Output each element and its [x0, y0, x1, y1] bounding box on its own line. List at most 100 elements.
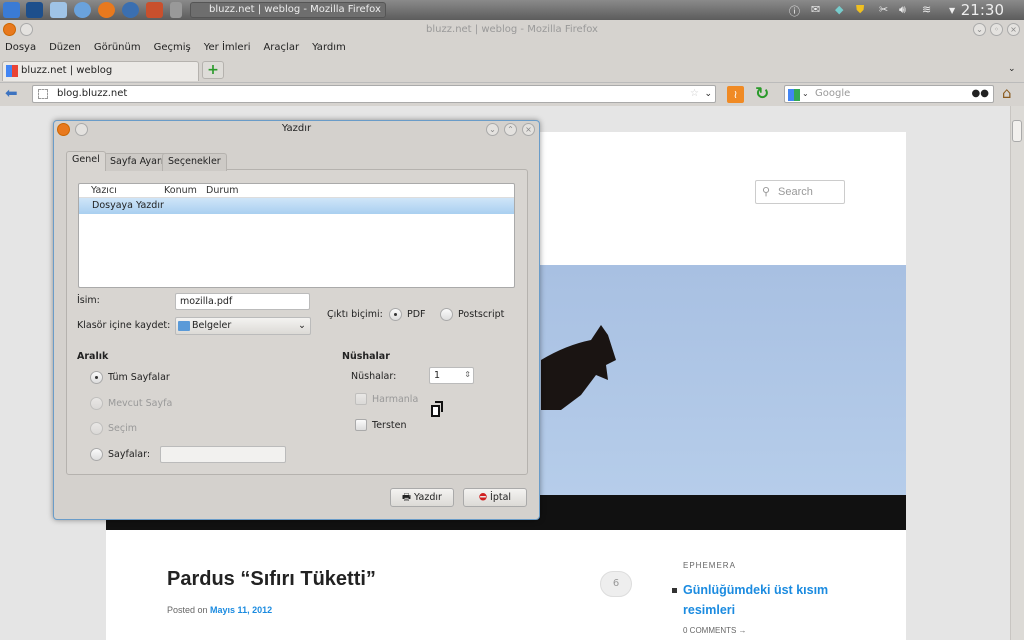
selection-radio[interactable] — [90, 422, 103, 435]
post-title[interactable]: Pardus “Sıfırı Tüketti” — [167, 568, 376, 591]
close-button[interactable]: × — [1007, 23, 1020, 36]
column-konum[interactable]: Konum — [164, 184, 197, 198]
collate-preview-back-icon — [435, 401, 443, 412]
bookmark-star-icon[interactable]: ☆ — [690, 86, 699, 102]
posted-on-label: Posted on — [167, 605, 208, 615]
blog-search-placeholder: Search — [778, 186, 813, 198]
cancel-button-label: İptal — [490, 492, 512, 503]
post-date-link[interactable]: Mayıs 11, 2012 — [210, 605, 272, 615]
column-yazici[interactable]: Yazıcı — [91, 184, 117, 198]
menu-gecmis[interactable]: Geçmiş — [154, 40, 191, 56]
mail-icon[interactable]: ✉ — [811, 3, 820, 16]
scrollbar-thumb[interactable] — [1012, 120, 1022, 142]
blog-search-input[interactable]: ⚲ Search — [755, 180, 845, 204]
minimize-button[interactable]: ⌄ — [973, 23, 986, 36]
volume-icon[interactable]: 🔊︎ — [899, 3, 906, 17]
menu-yer-imleri[interactable]: Yer İmleri — [204, 40, 251, 56]
sidebar-post-link[interactable]: Günlüğümdeki üst kısım resimleri — [672, 580, 862, 620]
collate-label: Harmanla — [372, 394, 419, 405]
print-dialog: Yazdır ⌄ ⌃ × Genel Sayfa Ayarı Seçenekle… — [53, 120, 540, 520]
pages-input[interactable] — [160, 446, 286, 463]
dialog-close-button[interactable]: × — [522, 123, 535, 136]
all-pages-radio[interactable] — [90, 371, 103, 384]
browser-icon[interactable] — [74, 2, 91, 18]
maximize-button[interactable]: ◦ — [990, 23, 1003, 36]
search-engine-icon[interactable] — [788, 89, 800, 101]
search-icon: ⚲ — [762, 186, 771, 198]
menu-yardim[interactable]: Yardım — [312, 40, 346, 56]
info-icon[interactable]: ⓘ — [789, 3, 800, 19]
tab-sayfa-ayari[interactable]: Sayfa Ayarı — [104, 153, 170, 171]
tab-label: bluzz.net | weblog — [21, 65, 113, 76]
kde-menu-icon[interactable] — [3, 2, 20, 18]
reload-icon[interactable]: ↻ — [755, 84, 769, 104]
folder-label: Klasör içine kaydet: — [77, 320, 171, 331]
printer-list-header: Yazıcı Konum Durum — [79, 184, 514, 198]
home-icon[interactable]: ⌂ — [1002, 84, 1012, 102]
menu-duzen[interactable]: Düzen — [49, 40, 81, 56]
reverse-label: Tersten — [372, 420, 407, 431]
menu-dosya[interactable]: Dosya — [5, 40, 36, 56]
post-meta: Posted on Mayıs 11, 2012 — [167, 605, 272, 615]
dialog-maximize-button[interactable]: ⌃ — [504, 123, 517, 136]
binoculars-icon[interactable]: ●● — [972, 86, 989, 102]
selection-label: Seçim — [108, 423, 137, 434]
name-input[interactable]: mozilla.pdf — [175, 293, 310, 310]
postscript-radio[interactable] — [440, 308, 453, 321]
cancel-button[interactable]: ⛔︎ İptal — [463, 488, 527, 507]
printer-list[interactable]: Yazıcı Konum Durum Dosyaya Yazdır — [78, 183, 515, 288]
scrollbar[interactable] — [1010, 106, 1024, 640]
reverse-checkbox[interactable] — [355, 419, 367, 431]
firefox-icon[interactable] — [98, 2, 115, 18]
menu-araclar[interactable]: Araçlar — [263, 40, 299, 56]
tab-secenekler[interactable]: Seçenekler — [162, 153, 227, 171]
tab-list-chevron-icon[interactable]: ⌄ — [1008, 64, 1016, 74]
dialog-minimize-button[interactable]: ⌄ — [486, 123, 499, 136]
url-text: blog.bluzz.net — [57, 88, 128, 99]
package-icon[interactable]: ◆ — [835, 3, 843, 16]
print-button-label: Yazdır — [414, 492, 442, 503]
postscript-label: Postscript — [458, 309, 505, 320]
url-input[interactable]: blog.bluzz.net ☆ ⌄ — [32, 85, 716, 103]
print-button[interactable]: 🖶︎ Yazdır — [390, 488, 454, 507]
folder-select[interactable]: Belgeler ⌄ — [175, 317, 311, 335]
tab-bluzz[interactable]: bluzz.net | weblog — [2, 61, 199, 81]
scissors-icon[interactable]: ✂ — [879, 3, 888, 16]
collate-checkbox[interactable] — [355, 393, 367, 405]
format-label: Çıktı biçimi: — [327, 309, 383, 320]
column-durum[interactable]: Durum — [206, 184, 239, 198]
thunderbird-icon[interactable] — [122, 2, 139, 18]
current-page-radio[interactable] — [90, 397, 103, 410]
current-page-label: Mevcut Sayfa — [108, 398, 173, 409]
tab-genel[interactable]: Genel — [66, 151, 106, 171]
url-dropdown-icon[interactable]: ⌄ — [704, 86, 712, 102]
rss-icon[interactable]: ≀ — [727, 86, 744, 103]
new-tab-button[interactable]: + — [202, 61, 224, 79]
app-icon[interactable] — [146, 2, 163, 18]
taskbar: bluzz.net | weblog - Mozilla Firefox ⓘ ✉… — [0, 0, 1024, 20]
pdf-radio[interactable] — [389, 308, 402, 321]
range-heading: Aralık — [77, 351, 109, 362]
copies-spinbox[interactable]: 1 ⇕ — [429, 367, 474, 384]
sidebar-comments-link[interactable]: 0 COMMENTS → — [683, 626, 747, 635]
clock[interactable]: 21:30 — [961, 1, 1004, 19]
search-placeholder: Google — [815, 88, 851, 99]
printer-row[interactable]: Dosyaya Yazdır — [79, 198, 514, 214]
pages-radio[interactable] — [90, 448, 103, 461]
desktop-icon[interactable] — [26, 2, 43, 18]
search-engine-dropdown-icon[interactable]: ⌄ — [802, 86, 809, 102]
menu-gorunum[interactable]: Görünüm — [94, 40, 141, 56]
wifi-icon[interactable]: ≋ — [922, 3, 931, 16]
comment-count-bubble[interactable]: 6 — [600, 571, 632, 597]
file-manager-icon[interactable] — [50, 2, 67, 18]
pager-icon[interactable] — [170, 2, 182, 18]
search-input[interactable]: ⌄ Google ●● — [784, 85, 994, 103]
spin-arrows-icon[interactable]: ⇕ — [464, 367, 471, 382]
favicon-icon — [6, 65, 18, 77]
task-firefox[interactable]: bluzz.net | weblog - Mozilla Firefox — [190, 2, 386, 18]
site-identity-icon[interactable] — [38, 89, 48, 99]
tray-expand-icon[interactable]: ▼ — [949, 6, 955, 15]
all-pages-label: Tüm Sayfalar — [108, 372, 170, 383]
shield-icon[interactable]: ⛊ — [856, 3, 864, 17]
back-arrow-icon[interactable]: ⬅ — [5, 84, 18, 102]
